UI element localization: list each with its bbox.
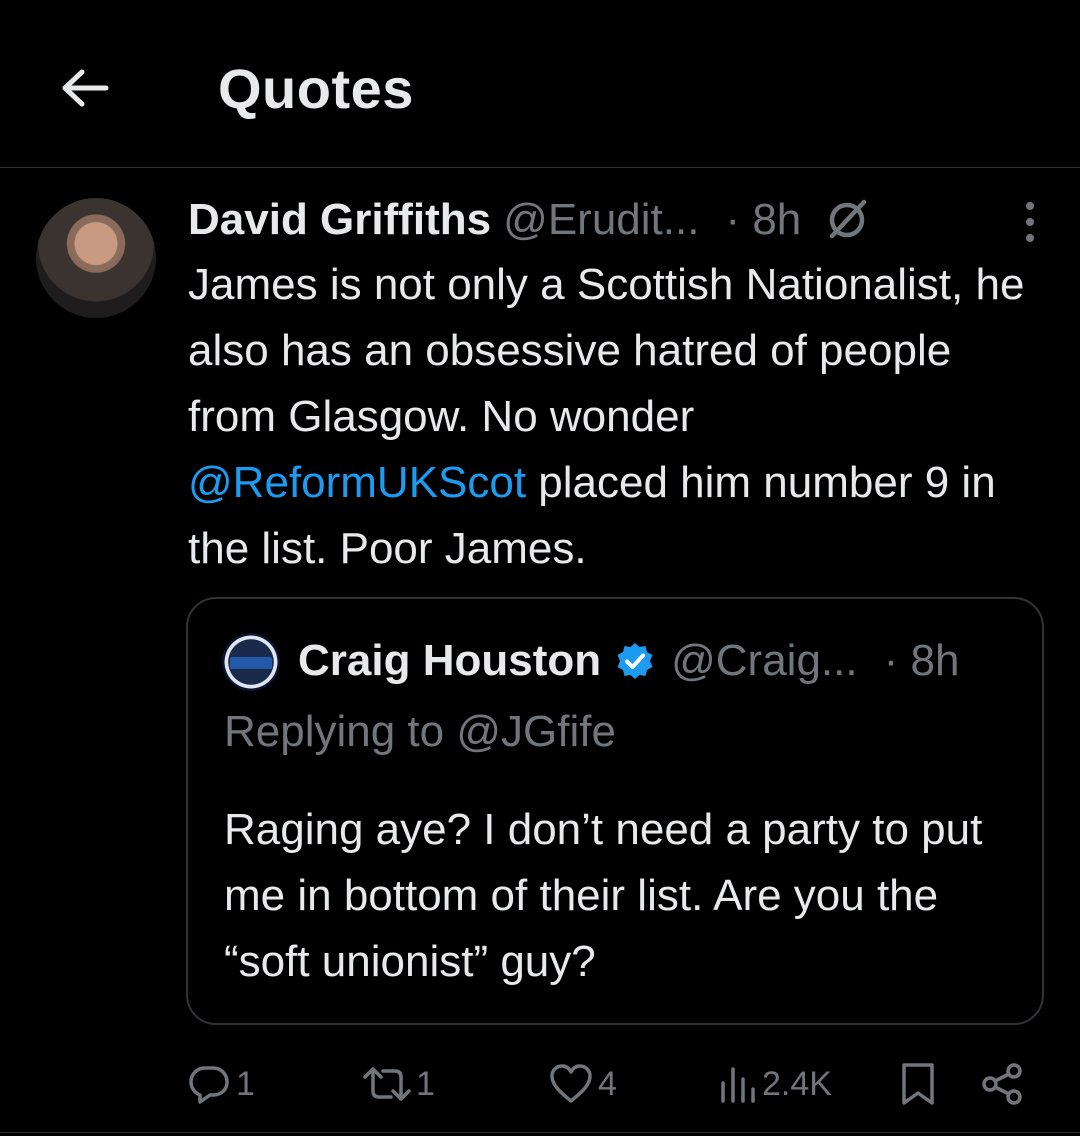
action-bar: 1 1 4 2.4K [186,1054,1026,1114]
views-count: 2.4K [762,1064,832,1103]
avatar[interactable] [36,198,156,318]
like-button[interactable]: 4 [548,1054,617,1114]
like-icon [550,1064,592,1103]
bookmark-button[interactable] [898,1054,938,1114]
share-icon [982,1063,1022,1105]
reply-count: 1 [236,1064,255,1103]
repost-icon [363,1067,411,1101]
mention-link[interactable]: @ReformUKScot [188,458,526,507]
author-name[interactable]: David Griffiths [188,195,491,245]
quoted-meta: Craig Houston @Craig... · 8h [298,633,959,689]
views-icon [721,1067,755,1103]
share-button[interactable] [980,1054,1026,1114]
quoted-post[interactable]: Craig Houston @Craig... · 8h Replying to… [186,597,1044,1025]
divider [0,1132,1080,1133]
quoted-handle: @Craig... [671,636,858,685]
quoted-text: Raging aye? I don’t need a party to put … [224,805,983,986]
back-button[interactable] [56,60,112,116]
reply-button[interactable]: 1 [186,1054,255,1114]
quoted-avatar[interactable] [222,633,280,691]
back-arrow-icon [62,69,109,107]
page-title: Quotes [218,57,414,120]
quoted-author-name: Craig Houston [298,636,602,685]
post-meta: David Griffiths @Erudit... · 8h [188,190,1048,250]
top-bar: Quotes [0,0,1080,168]
repost-count: 1 [416,1064,435,1103]
quoted-time: · 8h [883,636,960,685]
post-text: James is not only a Scottish Nationalist… [188,260,1025,573]
verified-icon [615,641,655,681]
bookmark-icon [902,1063,934,1105]
reply-icon [189,1066,229,1104]
like-count: 4 [598,1064,617,1103]
views-button[interactable]: 2.4K [718,1054,832,1114]
grok-icon[interactable] [823,196,871,244]
post-time[interactable]: · 8h [725,195,801,245]
more-icon[interactable] [1018,202,1042,242]
replying-to: Replying to @JGfife [224,707,616,756]
repost-button[interactable]: 1 [362,1054,435,1114]
author-handle[interactable]: @Erudit... [503,195,699,245]
